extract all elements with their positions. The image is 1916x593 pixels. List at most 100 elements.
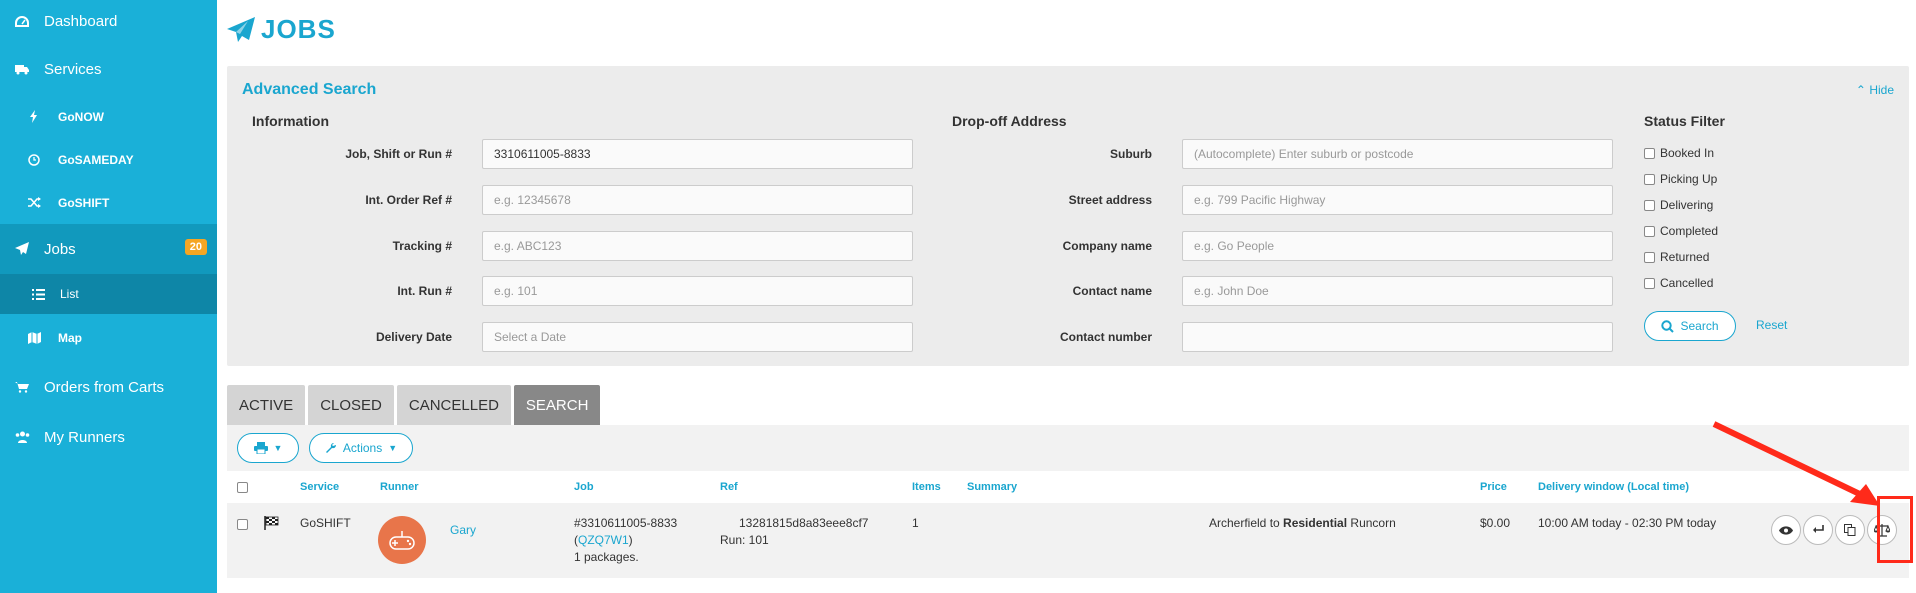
delivery-date-input[interactable] <box>482 322 913 352</box>
sidebar-item-label: List <box>60 287 79 301</box>
col-service[interactable]: Service <box>300 481 339 493</box>
shuffle-icon <box>26 195 42 211</box>
sidebar-item-label: Services <box>44 60 102 78</box>
advanced-search-title: Advanced Search <box>242 81 377 98</box>
runner-name-link[interactable]: Gary <box>450 522 476 539</box>
sidebar-item-label: My Runners <box>44 428 125 446</box>
sidebar-item-label: GoSHIFT <box>58 195 110 210</box>
run-number-label: Int. Run # <box>397 284 452 298</box>
print-dropdown-button[interactable]: ▼ <box>237 433 299 463</box>
checkbox[interactable] <box>1644 251 1655 263</box>
delivery-date-label: Delivery Date <box>375 330 452 344</box>
reset-link[interactable]: Reset <box>1756 318 1787 332</box>
status-completed[interactable]: Completed <box>1644 224 1718 238</box>
table-row[interactable]: GoSHIFT Gary #3310611005-8833 (QZQ7W1) 1… <box>227 503 1909 578</box>
sidebar-item-label: Jobs <box>44 240 76 258</box>
street-address-label: Street address <box>1068 193 1152 207</box>
contact-number-label: Contact number <box>1059 330 1152 344</box>
contact-number-input[interactable] <box>1182 322 1613 352</box>
duplicate-button[interactable] <box>1835 515 1865 545</box>
checkbox[interactable] <box>1644 147 1655 159</box>
sidebar-item-dashboard[interactable]: Dashboard <box>0 0 217 43</box>
tab-search[interactable]: SEARCH <box>513 385 601 425</box>
search-icon <box>1661 319 1675 333</box>
street-address-input[interactable] <box>1182 185 1613 215</box>
sidebar-item-label: GoNOW <box>58 109 104 124</box>
status-delivering[interactable]: Delivering <box>1644 198 1713 212</box>
checkbox[interactable] <box>1644 277 1655 289</box>
view-button[interactable] <box>1771 515 1801 545</box>
paper-plane-icon <box>14 241 30 257</box>
col-runner[interactable]: Runner <box>380 481 419 493</box>
items-cell: 1 <box>912 516 919 530</box>
status-returned[interactable]: Returned <box>1644 250 1709 264</box>
col-summary[interactable]: Summary <box>967 481 1017 493</box>
tab-cancelled[interactable]: CANCELLED <box>396 385 511 425</box>
caret-down-icon: ▼ <box>273 443 283 453</box>
sidebar-item-label: GoSAMEDAY <box>58 152 134 167</box>
company-name-label: Company name <box>1062 239 1152 253</box>
page-title: JOBS <box>227 14 336 45</box>
users-icon <box>14 429 30 445</box>
sidebar-item-list[interactable]: List <box>0 274 217 314</box>
printer-icon <box>253 442 268 454</box>
select-all-checkbox[interactable] <box>237 482 248 493</box>
job-number-label: Job, Shift or Run # <box>345 147 452 161</box>
checkbox[interactable] <box>1644 173 1655 185</box>
advanced-search-panel: Advanced Search ⌃ Hide Information Drop-… <box>227 66 1909 366</box>
sidebar-item-gonow[interactable]: GoNOW <box>0 95 217 138</box>
tab-closed[interactable]: CLOSED <box>308 385 394 425</box>
col-price[interactable]: Price <box>1480 481 1507 493</box>
company-name-input[interactable] <box>1182 231 1613 261</box>
status-cancelled[interactable]: Cancelled <box>1644 276 1713 290</box>
checkbox[interactable] <box>1644 225 1655 237</box>
contact-name-input[interactable] <box>1182 276 1613 306</box>
col-ref[interactable]: Ref <box>720 481 738 493</box>
paper-plane-icon <box>227 16 255 42</box>
red-highlight-box <box>1877 496 1913 563</box>
run-value: Run: 101 <box>720 533 769 547</box>
status-picking-up[interactable]: Picking Up <box>1644 172 1717 186</box>
row-checkbox[interactable] <box>237 519 248 530</box>
order-ref-input[interactable] <box>482 185 913 215</box>
actions-dropdown-button[interactable]: Actions ▼ <box>309 433 413 463</box>
job-number-input[interactable] <box>482 139 913 169</box>
tab-active[interactable]: ACTIVE <box>227 385 306 425</box>
search-button[interactable]: Search <box>1644 311 1736 341</box>
sidebar-item-jobs[interactable]: Jobs 20 <box>0 224 217 274</box>
list-icon <box>30 286 46 302</box>
sidebar-item-gosameday[interactable]: GoSAMEDAY <box>0 138 217 181</box>
information-heading: Information <box>252 113 329 129</box>
return-button[interactable] <box>1803 515 1833 545</box>
jobs-count-badge: 20 <box>184 239 207 255</box>
tracking-input[interactable] <box>482 231 913 261</box>
col-items[interactable]: Items <box>912 481 941 493</box>
job-cell: #3310611005-8833 (QZQ7W1) 1 packages. <box>574 516 678 564</box>
return-arrow-icon <box>1813 525 1824 533</box>
caret-down-icon: ▼ <box>388 443 398 453</box>
map-icon <box>26 330 42 346</box>
sidebar-item-label: Dashboard <box>44 13 118 30</box>
suburb-label: Suburb <box>1110 147 1152 161</box>
job-number: #3310611005-8833 <box>574 516 678 530</box>
sidebar-item-services[interactable]: Services <box>0 43 217 95</box>
wrench-icon <box>325 442 336 453</box>
sidebar-item-my-runners[interactable]: My Runners <box>0 412 217 462</box>
main-content: JOBS Advanced Search ⌃ Hide Information … <box>217 0 1916 593</box>
hide-search-link[interactable]: ⌃ Hide <box>1856 83 1894 97</box>
sidebar-item-orders-from-carts[interactable]: Orders from Carts <box>0 362 217 412</box>
cart-icon <box>14 379 30 395</box>
job-code-link[interactable]: QZQ7W1 <box>578 533 629 547</box>
status-booked-in[interactable]: Booked In <box>1644 146 1714 160</box>
run-number-input[interactable] <box>482 276 913 306</box>
col-delivery-window[interactable]: Delivery window (Local time) <box>1538 481 1689 493</box>
sidebar-item-map[interactable]: Map <box>0 314 217 362</box>
game-controller-icon <box>389 531 415 550</box>
checkbox[interactable] <box>1644 199 1655 211</box>
col-job[interactable]: Job <box>574 481 594 493</box>
price-cell: $0.00 <box>1480 516 1511 530</box>
suburb-input[interactable] <box>1182 139 1613 169</box>
order-ref-label: Int. Order Ref # <box>365 193 452 207</box>
sidebar-item-goshift[interactable]: GoSHIFT <box>0 181 217 224</box>
sidebar-item-label: Orders from Carts <box>44 378 165 396</box>
